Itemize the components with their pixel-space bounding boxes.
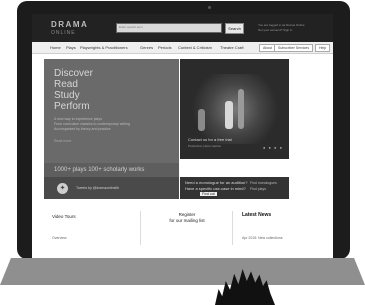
laptop-base <box>0 258 365 285</box>
tweets-link[interactable]: Tweets by @dramaonlinelib <box>76 186 119 190</box>
nav-genres[interactable]: Genres <box>140 45 153 50</box>
monologue-band: Need a monologue for an audition? Have a… <box>180 177 289 199</box>
hero-tagline: 1000+ plays 100+ scholarly works <box>54 167 145 173</box>
search-placeholder: Enter search term <box>119 25 143 29</box>
photo-caption: Production photo caption <box>188 144 222 148</box>
site-logo-sub: ONLINE <box>51 30 76 36</box>
hero-desc-2: From curriculum classics to contemporary… <box>54 122 130 126</box>
find-plays-link[interactable]: Find plays <box>250 187 266 191</box>
site-header: DRAMA ONLINE Enter search term Search Yo… <box>32 14 333 42</box>
find-monologues-link[interactable]: Find monologues <box>250 181 277 185</box>
find-out-button[interactable]: Find out <box>200 192 217 196</box>
hero-desc-1: A new way to experience plays <box>54 117 102 121</box>
monologue-question-1: Need a monologue for an audition? <box>185 180 248 185</box>
subscriber-services-button[interactable]: Subscriber Services <box>274 44 314 52</box>
contact-trial-link[interactable]: Contact us for a free trial <box>188 137 232 142</box>
column-divider <box>232 211 233 245</box>
twitter-band: ✦ Tweets by @dramaonlinelib <box>44 177 179 199</box>
site-logo[interactable]: DRAMA <box>51 20 88 29</box>
nav-plays[interactable]: Plays <box>66 45 76 50</box>
search-input[interactable]: Enter search term <box>116 23 222 33</box>
hero-panel: Discover Read Study Perform A new way to… <box>44 59 179 181</box>
hero-desc-3: Accompanied by theory and practice <box>54 127 111 131</box>
account-line-2[interactable]: Not your account? Sign in <box>258 28 292 32</box>
nav-theatre-craft[interactable]: Theatre Craft <box>220 45 244 50</box>
hero-title-discover: Discover <box>54 68 93 79</box>
video-tours-link[interactable]: Video Tours <box>52 214 76 219</box>
register-link[interactable]: Register <box>152 212 222 217</box>
nav-playwrights[interactable]: Playwrights & Practitioners <box>80 45 128 50</box>
actor-figure <box>198 109 205 131</box>
webcam <box>208 6 211 9</box>
actor-figure <box>238 89 244 129</box>
column-divider <box>140 211 141 245</box>
read-more-link[interactable]: Read more <box>54 139 71 143</box>
carousel-dots[interactable]: ● ● ● ● <box>263 145 283 150</box>
help-button[interactable]: Help <box>315 44 331 52</box>
search-button[interactable]: Search <box>225 23 244 34</box>
twitter-bird-icon: ✦ <box>57 183 68 194</box>
overview-link[interactable]: Overview <box>52 236 67 240</box>
hero-title-read: Read <box>54 79 78 90</box>
nav-context[interactable]: Context & Criticism <box>178 45 212 50</box>
nav-periods[interactable]: Periods <box>158 45 172 50</box>
account-line-1[interactable]: You are logged in as Drama Online <box>258 23 305 27</box>
latest-news-heading: Latest News <box>242 212 272 218</box>
hero-photo[interactable]: Contact us for a free trial Production p… <box>180 59 289 159</box>
news-item[interactable]: Apr 2015: New collections <box>242 236 282 240</box>
mailing-list-link[interactable]: for our mailing list <box>152 218 222 223</box>
actor-figure <box>225 101 233 129</box>
hero-title-perform: Perform <box>54 101 90 112</box>
nav-home[interactable]: Home <box>50 45 61 50</box>
monologue-question-2: Have a specific use-case in mind? <box>185 186 246 191</box>
hero-title-study: Study <box>54 90 80 101</box>
main-nav: Home Plays Playwrights & Practitioners G… <box>32 42 333 54</box>
